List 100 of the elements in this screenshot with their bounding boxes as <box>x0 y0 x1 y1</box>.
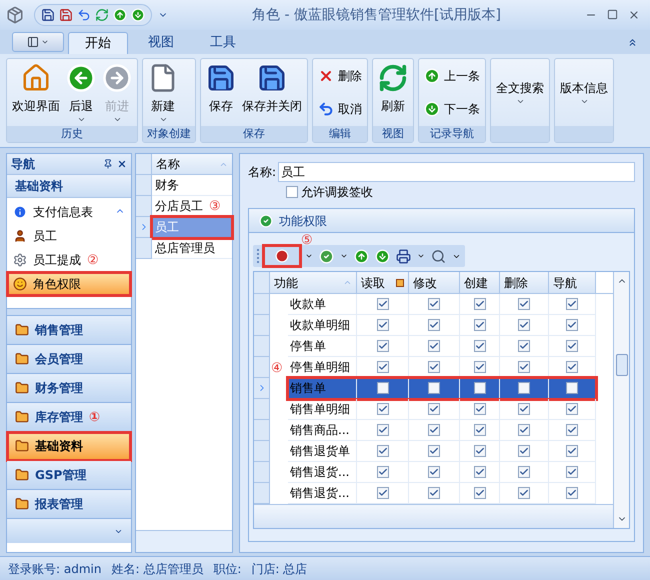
nav-category[interactable]: 基础资料 <box>7 432 131 461</box>
checkbox[interactable] <box>518 361 530 373</box>
checkbox[interactable] <box>566 466 578 478</box>
maximize-icon[interactable] <box>607 9 618 20</box>
grid-row[interactable]: 销售单明细 <box>288 399 596 420</box>
ribbon-tab[interactable]: 开始 <box>68 32 128 54</box>
checkbox[interactable] <box>566 424 578 436</box>
filter-icon[interactable] <box>396 278 404 286</box>
column-header[interactable]: 导航 <box>549 272 596 293</box>
checkbox[interactable] <box>474 466 486 478</box>
checkbox[interactable] <box>474 298 486 310</box>
ribbon-button[interactable]: 上一条 <box>424 66 480 85</box>
checkbox[interactable] <box>428 424 440 436</box>
checkbox[interactable] <box>428 445 440 457</box>
grid-row[interactable]: 销售退货单 <box>288 441 596 462</box>
close-icon[interactable] <box>117 159 127 169</box>
ribbon-button[interactable]: 新建 <box>146 59 180 126</box>
nav-category[interactable]: 报表管理 <box>7 490 131 519</box>
checkbox[interactable] <box>428 361 440 373</box>
ribbon-button[interactable]: 保存并关闭 <box>240 59 304 126</box>
checkbox[interactable] <box>566 298 578 310</box>
ribbon-button[interactable]: 全文搜索 <box>494 59 546 126</box>
checkbox[interactable] <box>518 424 530 436</box>
nav-category[interactable]: 销售管理 <box>7 316 131 345</box>
checkbox[interactable] <box>376 361 388 373</box>
list-row[interactable]: 总店管理员 <box>152 238 232 259</box>
checkbox[interactable] <box>376 424 388 436</box>
checkbox[interactable] <box>566 382 578 394</box>
checkbox[interactable] <box>376 340 388 352</box>
nav-category[interactable]: GSP管理 <box>7 461 131 490</box>
checkbox[interactable] <box>518 319 530 331</box>
checkbox[interactable] <box>376 403 388 415</box>
name-field[interactable]: 员工 <box>278 162 635 182</box>
ribbon-tab[interactable]: 视图 <box>132 32 190 54</box>
column-header[interactable]: 创建 <box>460 272 500 293</box>
checkbox[interactable] <box>474 319 486 331</box>
nav-category[interactable]: 会员管理 <box>7 345 131 374</box>
column-header[interactable]: 名称 <box>152 154 232 174</box>
refresh-icon[interactable] <box>95 8 109 22</box>
checkbox[interactable] <box>566 319 578 331</box>
checkbox[interactable] <box>566 445 578 457</box>
checkbox[interactable] <box>376 298 388 310</box>
checkbox[interactable] <box>566 340 578 352</box>
checkbox[interactable] <box>518 445 530 457</box>
caret-icon[interactable] <box>417 252 425 260</box>
checkbox[interactable] <box>428 382 440 394</box>
checkbox[interactable] <box>566 361 578 373</box>
arrow-down-icon[interactable] <box>131 8 145 22</box>
checkbox[interactable] <box>286 186 298 198</box>
checkbox[interactable] <box>518 466 530 478</box>
printer-icon[interactable] <box>396 248 411 264</box>
checkbox[interactable] <box>428 487 440 499</box>
checkbox[interactable] <box>376 487 388 499</box>
column-header[interactable]: 删除 <box>500 272 549 293</box>
ribbon-tab[interactable]: 工具 <box>194 32 252 54</box>
scrollbar[interactable] <box>613 272 629 528</box>
checkbox[interactable] <box>428 298 440 310</box>
nav-category[interactable]: 财务管理 <box>7 374 131 403</box>
checkbox[interactable] <box>428 403 440 415</box>
column-header[interactable]: 修改 <box>409 272 460 293</box>
checkbox[interactable] <box>376 319 388 331</box>
nav-item[interactable]: 员工提成 ② <box>7 248 131 272</box>
nav-item[interactable]: 员工 <box>7 224 131 248</box>
list-row[interactable]: 财务 <box>152 175 232 196</box>
checkbox[interactable] <box>428 466 440 478</box>
grid-row[interactable]: 销售退货... <box>288 462 596 483</box>
scroll-thumb[interactable] <box>616 354 628 376</box>
arrow-down-icon[interactable] <box>375 248 390 264</box>
grid-row[interactable]: 停售单 <box>288 336 596 357</box>
checkbox[interactable] <box>474 340 486 352</box>
grid-row[interactable]: 销售单 <box>288 378 596 399</box>
ribbon-button[interactable]: 删除 <box>318 66 362 85</box>
column-header[interactable]: 功能 <box>270 272 357 293</box>
checkbox[interactable] <box>474 361 486 373</box>
close-icon[interactable] <box>628 9 640 21</box>
nav-item[interactable]: 角色权限 <box>7 272 131 296</box>
ribbon-button[interactable]: 保存 <box>204 59 238 126</box>
collapse-ribbon-icon[interactable] <box>627 37 638 48</box>
checkbox[interactable] <box>474 487 486 499</box>
checkbox[interactable] <box>566 403 578 415</box>
nav-item[interactable]: 支付信息表 <box>7 200 131 224</box>
checkbox[interactable] <box>428 340 440 352</box>
pin-icon[interactable] <box>103 159 113 169</box>
checkbox[interactable] <box>376 466 388 478</box>
application-menu-button[interactable] <box>12 32 64 52</box>
ribbon-button[interactable]: 后退 <box>64 59 98 126</box>
checkbox[interactable] <box>376 445 388 457</box>
ribbon-button[interactable]: 取消 <box>318 100 362 118</box>
checkbox[interactable] <box>474 382 486 394</box>
nav-category[interactable]: 库存管理 ① <box>7 403 131 432</box>
search-icon[interactable] <box>431 248 446 264</box>
caret-icon[interactable] <box>305 252 313 260</box>
ribbon-button[interactable]: 刷新 <box>376 59 410 126</box>
checkbox[interactable] <box>518 340 530 352</box>
arrow-up-icon[interactable] <box>113 8 127 22</box>
checkbox[interactable] <box>428 319 440 331</box>
grid-row[interactable]: 收款单 <box>288 294 596 315</box>
check-icon[interactable] <box>319 248 334 264</box>
grid-row[interactable]: 收款单明细 <box>288 315 596 336</box>
ribbon-button[interactable]: 版本信息 <box>558 59 610 126</box>
